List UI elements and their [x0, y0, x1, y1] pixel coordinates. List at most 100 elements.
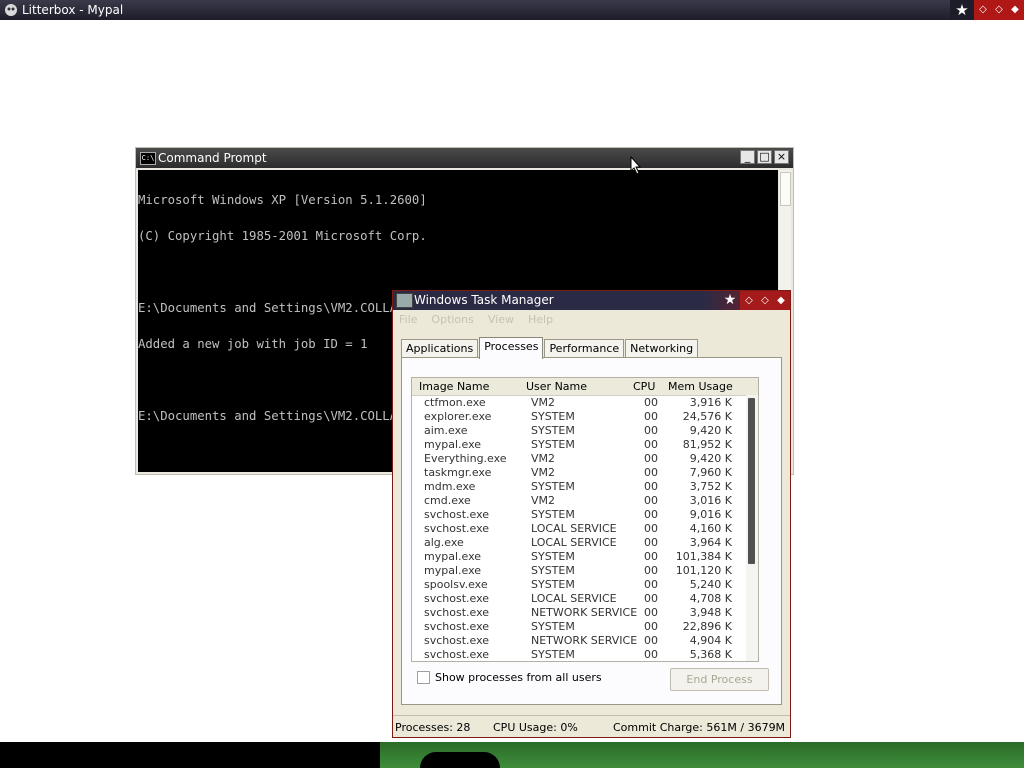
process-user-name: SYSTEM	[531, 564, 575, 577]
process-user-name: SYSTEM	[531, 508, 575, 521]
process-cpu: 00	[644, 550, 658, 563]
close-icon[interactable]: ◆	[1008, 3, 1022, 17]
column-mem-usage[interactable]: Mem Usage	[668, 378, 733, 395]
table-row[interactable]: svchost.exe LOCAL SERVICE 00 4,708 K	[412, 592, 758, 606]
table-row[interactable]: svchost.exe SYSTEM 00 5,368 K	[412, 648, 758, 661]
table-row[interactable]: spoolsv.exe SYSTEM 00 5,240 K	[412, 578, 758, 592]
process-image-name: svchost.exe	[424, 620, 490, 633]
table-row[interactable]: alg.exe LOCAL SERVICE 00 3,964 K	[412, 536, 758, 550]
tab-applications[interactable]: Applications	[401, 339, 479, 358]
table-row[interactable]: explorer.exe SYSTEM 00 24,576 K	[412, 410, 758, 424]
process-mem-usage: 3,948 K	[689, 606, 732, 619]
process-cpu: 00	[644, 396, 658, 409]
status-bar: Processes: 28 CPU Usage: 0% Commit Charg…	[393, 715, 790, 738]
menu-view[interactable]: View	[488, 311, 514, 329]
process-mem-usage: 101,384 K	[675, 550, 732, 563]
command-prompt-title-bar[interactable]: C:\ Command Prompt _ □ ×	[136, 148, 793, 168]
process-image-name: mypal.exe	[424, 564, 482, 577]
process-user-name: VM2	[531, 452, 556, 465]
process-cpu: 00	[644, 508, 658, 521]
task-manager-title-bar[interactable]: Windows Task Manager ★ ◇ ◇ ◆	[393, 291, 790, 310]
process-cpu: 00	[644, 634, 658, 647]
show-all-processes-checkbox[interactable]: Show processes from all users	[417, 671, 602, 684]
process-mem-usage: 7,960 K	[689, 466, 732, 479]
column-image-name[interactable]: Image Name	[419, 378, 489, 395]
table-row[interactable]: svchost.exe SYSTEM 00 9,016 K	[412, 508, 758, 522]
app-title-bar: Litterbox - Mypal ★ ◇ ◇ ◆	[0, 0, 1024, 20]
process-cpu: 00	[644, 592, 658, 605]
command-prompt-title: Command Prompt	[158, 151, 267, 165]
restore-icon[interactable]: ◇	[976, 3, 990, 17]
end-process-button[interactable]: End Process	[670, 668, 769, 691]
process-user-name: SYSTEM	[531, 480, 575, 493]
process-list-scrollbar[interactable]	[746, 395, 758, 661]
menu-file[interactable]: File	[399, 311, 417, 329]
process-cpu: 00	[644, 606, 658, 619]
table-row[interactable]: svchost.exe NETWORK SERVICE 00 4,904 K	[412, 634, 758, 648]
process-cpu: 00	[644, 452, 658, 465]
menu-options[interactable]: Options	[431, 311, 473, 329]
close-button[interactable]: ×	[774, 150, 789, 164]
console-icon: C:\	[140, 152, 156, 165]
table-row[interactable]: svchost.exe SYSTEM 00 22,896 K	[412, 620, 758, 634]
process-mem-usage: 4,708 K	[689, 592, 732, 605]
console-prompt: E:\Documents and Settings\VM2.COLLABNET>	[138, 409, 435, 423]
restore-icon[interactable]: ◇	[742, 291, 756, 310]
table-row[interactable]: ctfmon.exe VM2 00 3,916 K	[412, 396, 758, 410]
process-image-name: explorer.exe	[424, 410, 492, 423]
maximize-button[interactable]: □	[757, 150, 772, 164]
task-manager-title: Windows Task Manager	[414, 293, 554, 307]
table-row[interactable]: mypal.exe SYSTEM 00 81,952 K	[412, 438, 758, 452]
table-row[interactable]: mypal.exe SYSTEM 00 101,384 K	[412, 550, 758, 564]
column-cpu[interactable]: CPU	[633, 378, 655, 395]
table-row[interactable]: mdm.exe SYSTEM 00 3,752 K	[412, 480, 758, 494]
mouse-pointer-icon	[630, 156, 642, 175]
tab-performance[interactable]: Performance	[544, 339, 625, 358]
process-image-name: svchost.exe	[424, 592, 490, 605]
process-list-header: Image Name User Name CPU Mem Usage	[412, 378, 758, 396]
process-cpu: 00	[644, 620, 658, 633]
table-row[interactable]: cmd.exe VM2 00 3,016 K	[412, 494, 758, 508]
process-user-name: SYSTEM	[531, 550, 575, 563]
process-mem-usage: 3,752 K	[689, 480, 732, 493]
task-manager-window[interactable]: Windows Task Manager ★ ◇ ◇ ◆ File Option…	[392, 290, 791, 738]
table-row[interactable]: svchost.exe NETWORK SERVICE 00 3,948 K	[412, 606, 758, 620]
process-mem-usage: 3,016 K	[689, 494, 732, 507]
process-mem-usage: 3,916 K	[689, 396, 732, 409]
minimize-button[interactable]: _	[740, 150, 755, 164]
show-all-processes-label: Show processes from all users	[435, 671, 602, 684]
process-mem-usage: 9,420 K	[689, 424, 732, 437]
process-mem-usage: 24,576 K	[682, 410, 732, 423]
star-icon[interactable]: ★	[950, 0, 974, 20]
process-image-name: svchost.exe	[424, 634, 490, 647]
console-scrollbar-thumb[interactable]	[780, 172, 791, 206]
process-user-name: VM2	[531, 396, 556, 409]
table-row[interactable]: Everything.exe VM2 00 9,420 K	[412, 452, 758, 466]
menu-help[interactable]: Help	[528, 311, 553, 329]
process-image-name: svchost.exe	[424, 522, 490, 535]
process-cpu: 00	[644, 410, 658, 423]
pin-icon[interactable]: ◇	[992, 3, 1006, 17]
table-row[interactable]: svchost.exe LOCAL SERVICE 00 4,160 K	[412, 522, 758, 536]
table-row[interactable]: taskmgr.exe VM2 00 7,960 K	[412, 466, 758, 480]
process-user-name: SYSTEM	[531, 424, 575, 437]
table-row[interactable]: aim.exe SYSTEM 00 9,420 K	[412, 424, 758, 438]
close-icon[interactable]: ◆	[774, 291, 788, 310]
table-row[interactable]: mypal.exe SYSTEM 00 101,120 K	[412, 564, 758, 578]
checkbox-box[interactable]	[417, 671, 430, 684]
process-cpu: 00	[644, 494, 658, 507]
tab-networking[interactable]: Networking	[625, 339, 699, 358]
process-list-scrollbar-thumb[interactable]	[748, 398, 755, 564]
process-user-name: LOCAL SERVICE	[531, 536, 617, 549]
process-cpu: 00	[644, 480, 658, 493]
process-mem-usage: 9,420 K	[689, 452, 732, 465]
process-list[interactable]: Image Name User Name CPU Mem Usage ctfmo…	[411, 377, 759, 662]
process-user-name: SYSTEM	[531, 410, 575, 423]
status-cpu-usage: CPU Usage: 0%	[493, 721, 578, 734]
star-icon[interactable]: ★	[720, 291, 740, 310]
console-line: (C) Copyright 1985-2001 Microsoft Corp.	[138, 229, 427, 243]
pin-icon[interactable]: ◇	[758, 291, 772, 310]
column-user-name[interactable]: User Name	[526, 378, 587, 395]
tab-processes[interactable]: Processes	[479, 337, 544, 359]
